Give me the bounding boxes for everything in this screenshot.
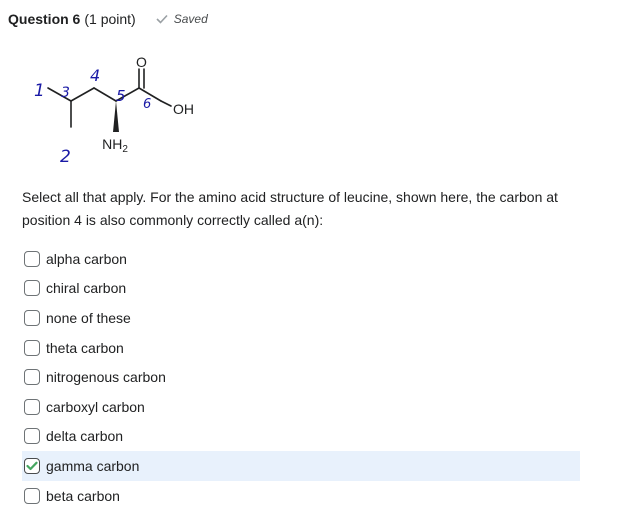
carbon-number-2: 2 [60, 147, 71, 167]
option-label: carboxyl carbon [46, 398, 145, 415]
option-label: theta carbon [46, 339, 124, 356]
oxygen-label: O [136, 54, 147, 70]
checkbox[interactable] [24, 369, 40, 386]
amine-group: NH2 [102, 136, 128, 155]
hydroxyl-label: OH [173, 101, 194, 117]
checkbox[interactable] [24, 398, 40, 415]
option-label: gamma carbon [46, 457, 140, 474]
option-theta-carbon[interactable]: theta carbon [22, 333, 580, 363]
checkbox[interactable] [24, 428, 40, 445]
carbon-number-3: 3 [61, 85, 70, 101]
answer-options: alpha carbon chiral carbon none of these… [22, 244, 580, 510]
carbon-number-4: 4 [90, 66, 100, 85]
option-beta-carbon[interactable]: beta carbon [22, 481, 580, 511]
saved-label: Saved [173, 12, 208, 26]
question-title: Question 6 [8, 11, 81, 27]
question-points: (1 point) [84, 11, 136, 27]
checkbox[interactable] [24, 280, 40, 297]
option-label: beta carbon [46, 487, 120, 504]
amine-label: NH [102, 136, 122, 152]
option-nitrogenous-carbon[interactable]: nitrogenous carbon [22, 362, 580, 392]
option-chiral-carbon[interactable]: chiral carbon [22, 274, 580, 304]
amine-subscript: 2 [122, 144, 128, 155]
carbon-number-1: 1 [34, 81, 45, 101]
option-gamma-carbon[interactable]: gamma carbon [22, 451, 580, 481]
checkbox-checked[interactable] [24, 457, 40, 474]
saved-status: Saved [156, 12, 208, 26]
checkmark-icon [156, 14, 168, 24]
checkbox[interactable] [24, 339, 40, 356]
option-none-of-these[interactable]: none of these [22, 303, 580, 333]
option-label: none of these [46, 309, 131, 326]
option-alpha-carbon[interactable]: alpha carbon [22, 244, 580, 274]
checkbox[interactable] [24, 487, 40, 504]
option-delta-carbon[interactable]: delta carbon [22, 422, 580, 452]
leucine-structure: O OH NH2 1 2 3 4 5 6 [20, 50, 220, 180]
checkbox[interactable] [24, 309, 40, 326]
leucine-skeletal-image: O OH NH2 1 2 3 4 5 6 [34, 54, 194, 167]
carbon-number-6: 6 [143, 97, 151, 112]
checkbox[interactable] [24, 250, 40, 267]
question-header: Question 6 (1 point) Saved [8, 10, 208, 28]
option-carboxyl-carbon[interactable]: carboxyl carbon [22, 392, 580, 422]
option-label: chiral carbon [46, 280, 127, 297]
option-label: nitrogenous carbon [46, 369, 166, 386]
option-label: delta carbon [46, 428, 124, 445]
question-prompt: Select all that apply. For the amino aci… [22, 189, 558, 228]
check-icon [26, 461, 38, 471]
option-label: alpha carbon [46, 250, 127, 267]
carbon-number-5: 5 [116, 87, 126, 105]
